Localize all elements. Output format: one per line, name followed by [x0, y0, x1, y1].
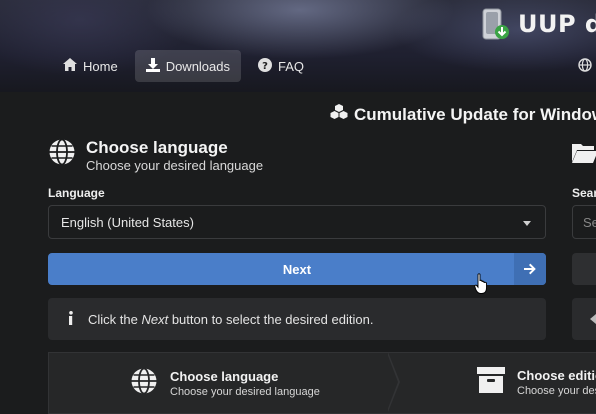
globe-icon	[130, 367, 158, 400]
chevron-left-icon	[590, 314, 596, 324]
language-label: Language	[48, 186, 105, 200]
next-button[interactable]: Next	[48, 253, 546, 285]
step-title: Choose edition	[517, 367, 596, 383]
nav-downloads-label: Downloads	[165, 58, 231, 74]
hand-cursor-icon	[474, 273, 488, 300]
uup-logo-icon	[480, 6, 510, 42]
info-message: Click the Next button to select the desi…	[48, 298, 546, 340]
next-button-label: Next	[282, 261, 312, 277]
nav-faq-label: FAQ	[278, 58, 305, 74]
header-banner: UUP d Home Downloads ? FAQ	[0, 0, 596, 92]
update-title-text: Cumulative Update for Windows	[354, 104, 596, 124]
nav-home-label: Home	[83, 58, 118, 74]
nav-faq[interactable]: ? FAQ	[247, 50, 315, 82]
cubes-icon	[330, 104, 348, 125]
arrow-right-icon	[514, 253, 546, 285]
search-label: Sear	[572, 186, 596, 200]
brand[interactable]: UUP d	[480, 6, 596, 42]
globe-icon	[48, 138, 76, 171]
step-subtitle: Choose your desired language	[170, 385, 320, 398]
language-select[interactable]: English (United States)	[48, 205, 546, 239]
svg-text:?: ?	[262, 61, 268, 72]
language-section-header: Choose language Choose your desired lang…	[48, 138, 263, 174]
search-input[interactable]: Se	[572, 205, 596, 239]
step-subtitle: Choose your des	[517, 384, 596, 397]
info-text: Click the Next button to select the desi…	[88, 311, 374, 327]
step-choose-edition: Choose edition Choose your des	[477, 367, 596, 398]
folder-open-icon	[572, 142, 596, 169]
section-subtitle: Choose your desired language	[86, 158, 264, 173]
download-icon	[145, 57, 160, 75]
nav-downloads[interactable]: Downloads	[134, 50, 242, 82]
nav-home[interactable]: Home	[52, 50, 129, 82]
main-nav: Home Downloads ? FAQ	[52, 50, 315, 82]
section-title: Choose language	[86, 138, 228, 157]
home-icon	[63, 58, 77, 74]
info-icon	[68, 310, 74, 328]
archive-box-icon	[477, 367, 505, 398]
update-title: Cumulative Update for Windows	[330, 104, 596, 125]
brand-title: UUP d	[518, 10, 596, 38]
search-button[interactable]	[572, 253, 596, 285]
step-title: Choose language	[170, 368, 279, 384]
question-circle-icon: ?	[258, 57, 273, 75]
language-globe-icon[interactable]	[578, 58, 592, 77]
dropdown-caret-icon	[523, 221, 531, 226]
language-select-value: English (United States)	[61, 214, 194, 230]
step-choose-language: Choose language Choose your desired lang…	[130, 367, 320, 400]
